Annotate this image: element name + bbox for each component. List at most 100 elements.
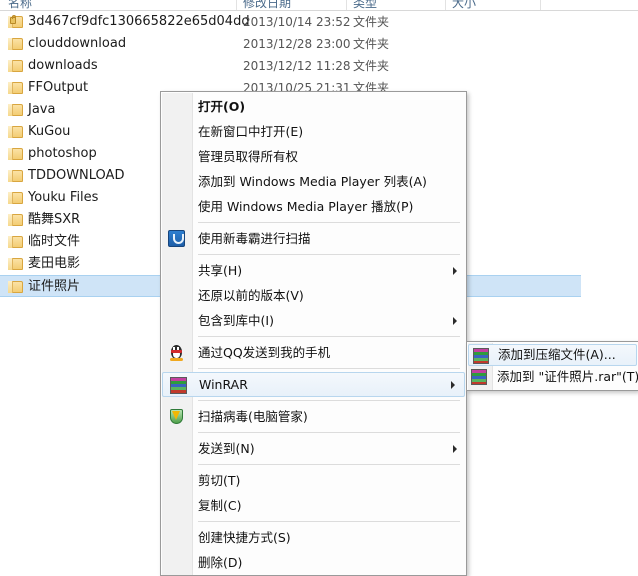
menu-item-label: 在新窗口中打开(E) <box>198 124 304 139</box>
menu-item-label: 添加到 Windows Media Player 列表(A) <box>198 174 427 189</box>
chevron-right-icon <box>451 380 455 389</box>
menu-separator <box>198 254 460 255</box>
menu-item-add-to-wmp-list[interactable]: 添加到 Windows Media Player 列表(A) <box>161 169 466 194</box>
file-name: Youku Files <box>28 190 99 205</box>
table-row[interactable]: clouddownload 2013/12/28 23:00 文件夹 <box>0 33 638 55</box>
folder-icon <box>8 214 23 226</box>
menu-item-delete[interactable]: 删除(D) <box>161 550 466 575</box>
menu-item-label: 使用 Windows Media Player 播放(P) <box>198 199 414 214</box>
menu-item-label: 通过QQ发送到我的手机 <box>198 345 331 360</box>
folder-icon <box>8 192 23 204</box>
menu-item-scan-virus-pc-manager[interactable]: 扫描病毒(电脑管家) <box>161 404 466 429</box>
menu-item-label: 管理员取得所有权 <box>198 149 299 164</box>
file-date: 2013/10/14 23:52 <box>243 15 351 29</box>
folder-icon <box>8 126 23 138</box>
folder-icon <box>8 82 23 94</box>
folder-icon <box>8 236 23 248</box>
menu-separator <box>198 368 460 369</box>
file-name: 麦田电影 <box>28 256 81 271</box>
winrar-submenu: 添加到压缩文件(A)... 添加到 "证件照片.rar"(T) <box>466 341 638 391</box>
folder-icon <box>8 60 23 72</box>
table-row[interactable]: 3d467cf9dfc130665822e65d04dd 2013/10/14 … <box>0 11 638 33</box>
menu-separator <box>198 464 460 465</box>
menu-separator <box>198 400 460 401</box>
file-name: photoshop <box>28 146 97 161</box>
menu-separator <box>198 521 460 522</box>
menu-item-label: 扫描病毒(电脑管家) <box>198 409 308 424</box>
file-type: 文件夹 <box>353 37 390 51</box>
file-date: 2013/12/28 23:00 <box>243 37 351 51</box>
menu-item-take-ownership[interactable]: 管理员取得所有权 <box>161 144 466 169</box>
file-name: 酷舞SXR <box>28 212 81 227</box>
menu-item-label: 复制(C) <box>198 498 242 513</box>
winrar-icon <box>473 348 489 364</box>
context-menu: 打开(O) 在新窗口中打开(E) 管理员取得所有权 添加到 Windows Me… <box>160 91 467 576</box>
menu-item-label: 使用新毒霸进行扫描 <box>198 231 311 246</box>
shield-icon <box>168 408 185 425</box>
menu-item-label: 打开(O) <box>198 99 246 114</box>
submenu-item-label: 添加到 "证件照片.rar"(T) <box>497 369 638 384</box>
file-name: clouddownload <box>28 36 127 51</box>
file-type: 文件夹 <box>353 15 390 29</box>
column-divider-3[interactable] <box>445 0 446 10</box>
column-header-row: 名称 修改日期 类型 大小 <box>0 0 638 11</box>
chevron-right-icon <box>453 316 457 325</box>
submenu-item-add-to-named-rar[interactable]: 添加到 "证件照片.rar"(T) <box>467 366 638 388</box>
folder-locked-icon <box>8 15 23 28</box>
column-divider-1[interactable] <box>236 0 237 10</box>
qq-penguin-icon <box>168 344 185 361</box>
menu-separator <box>198 222 460 223</box>
file-name: 临时文件 <box>28 234 81 249</box>
column-header-type[interactable]: 类型 <box>353 0 377 10</box>
submenu-item-label: 添加到压缩文件(A)... <box>498 347 616 362</box>
antivirus-icon <box>168 230 185 247</box>
winrar-icon <box>471 369 487 385</box>
menu-item-label: 发送到(N) <box>198 441 255 456</box>
menu-item-copy[interactable]: 复制(C) <box>161 493 466 518</box>
file-type: 文件夹 <box>353 59 390 73</box>
menu-item-label: 创建快捷方式(S) <box>198 530 291 545</box>
file-name: Java <box>28 102 56 117</box>
file-name: 3d467cf9dfc130665822e65d04dd <box>28 14 250 29</box>
chevron-right-icon <box>453 444 457 453</box>
column-divider-2[interactable] <box>346 0 347 10</box>
menu-item-open[interactable]: 打开(O) <box>161 94 466 119</box>
menu-item-label: 删除(D) <box>198 555 243 570</box>
submenu-item-add-to-archive[interactable]: 添加到压缩文件(A)... <box>468 344 637 366</box>
file-name: TDDOWNLOAD <box>28 168 125 183</box>
menu-item-label: WinRAR <box>199 377 248 392</box>
menu-item-open-new-window[interactable]: 在新窗口中打开(E) <box>161 119 466 144</box>
folder-icon <box>8 170 23 182</box>
column-header-size[interactable]: 大小 <box>452 0 476 10</box>
menu-item-label: 包含到库中(I) <box>198 313 274 328</box>
menu-item-send-to[interactable]: 发送到(N) <box>161 436 466 461</box>
winrar-icon <box>170 377 187 394</box>
menu-item-create-shortcut[interactable]: 创建快捷方式(S) <box>161 525 466 550</box>
menu-item-play-with-wmp[interactable]: 使用 Windows Media Player 播放(P) <box>161 194 466 219</box>
menu-item-include-in-library[interactable]: 包含到库中(I) <box>161 308 466 333</box>
menu-item-cut[interactable]: 剪切(T) <box>161 468 466 493</box>
menu-item-label: 共享(H) <box>198 263 243 278</box>
file-name: downloads <box>28 58 98 73</box>
column-divider-4[interactable] <box>540 0 541 10</box>
menu-item-label: 还原以前的版本(V) <box>198 288 304 303</box>
menu-item-label: 剪切(T) <box>198 473 241 488</box>
folder-icon <box>8 148 23 160</box>
column-header-name[interactable]: 名称 <box>8 0 32 10</box>
file-name: 证件照片 <box>28 279 81 294</box>
chevron-right-icon <box>453 266 457 275</box>
folder-icon <box>8 38 23 50</box>
file-name: FFOutput <box>28 80 89 95</box>
menu-item-share[interactable]: 共享(H) <box>161 258 466 283</box>
folder-icon <box>8 104 23 116</box>
table-row[interactable]: downloads 2013/12/12 11:28 文件夹 <box>0 55 638 77</box>
menu-item-send-via-qq[interactable]: 通过QQ发送到我的手机 <box>161 340 466 365</box>
menu-separator <box>198 336 460 337</box>
folder-icon <box>8 258 23 270</box>
menu-item-restore-previous-versions[interactable]: 还原以前的版本(V) <box>161 283 466 308</box>
column-header-date-modified[interactable]: 修改日期 <box>243 0 291 10</box>
menu-item-winrar[interactable]: WinRAR <box>162 372 465 397</box>
menu-item-scan-with-duba[interactable]: 使用新毒霸进行扫描 <box>161 226 466 251</box>
menu-separator <box>198 432 460 433</box>
file-name: KuGou <box>28 124 71 139</box>
